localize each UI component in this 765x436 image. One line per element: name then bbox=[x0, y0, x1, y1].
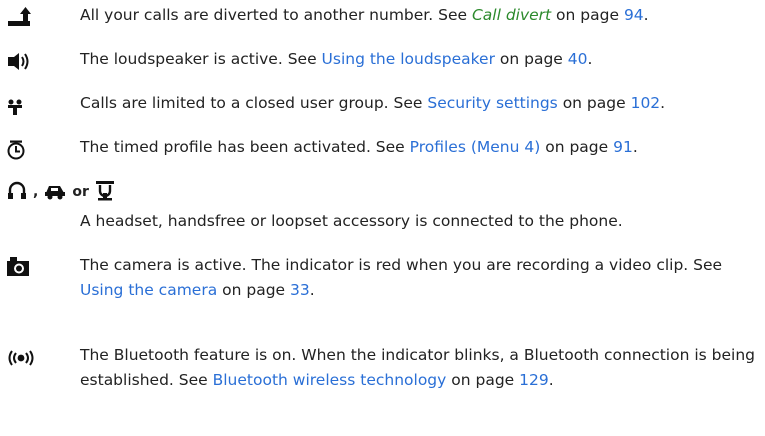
camera-icon bbox=[6, 255, 36, 279]
using-camera-link[interactable]: Using the camera bbox=[80, 281, 217, 299]
loopset-icon bbox=[94, 179, 116, 205]
page-link[interactable]: 102 bbox=[631, 94, 661, 112]
call-divert-description: All your calls are diverted to another n… bbox=[80, 6, 649, 24]
headset-icon bbox=[6, 179, 28, 205]
bluetooth-link[interactable]: Bluetooth wireless technology bbox=[213, 371, 447, 389]
camera-description: The camera is active. The indicator is r… bbox=[80, 256, 723, 299]
bluetooth-description: The Bluetooth feature is on. When the in… bbox=[80, 346, 755, 389]
separator-comma: , bbox=[33, 184, 39, 200]
page-link[interactable]: 40 bbox=[568, 50, 588, 68]
loudspeaker-link[interactable]: Using the loudspeaker bbox=[322, 50, 495, 68]
loudspeaker-description: The loudspeaker is active. See Using the… bbox=[80, 50, 593, 68]
handsfree-car-icon bbox=[43, 179, 67, 205]
accessory-icons: , or bbox=[6, 180, 116, 204]
bluetooth-icon bbox=[6, 346, 36, 370]
timed-profile-icon bbox=[6, 139, 36, 163]
timed-profile-description: The timed profile has been activated. Se… bbox=[80, 138, 638, 156]
closed-user-group-icon bbox=[6, 94, 36, 118]
call-divert-link[interactable]: Call divert bbox=[472, 6, 551, 24]
loudspeaker-icon bbox=[6, 50, 36, 74]
security-settings-link[interactable]: Security settings bbox=[427, 94, 557, 112]
call-divert-icon bbox=[6, 6, 36, 30]
page-link[interactable]: 129 bbox=[519, 371, 549, 389]
accessory-description: A headset, handsfree or loopset accessor… bbox=[80, 212, 623, 230]
profiles-link[interactable]: Profiles (Menu 4) bbox=[410, 138, 541, 156]
page-link[interactable]: 94 bbox=[624, 6, 644, 24]
closed-user-group-description: Calls are limited to a closed user group… bbox=[80, 94, 666, 112]
separator-or: or bbox=[72, 184, 89, 200]
page-link[interactable]: 33 bbox=[290, 281, 310, 299]
page-link[interactable]: 91 bbox=[613, 138, 633, 156]
